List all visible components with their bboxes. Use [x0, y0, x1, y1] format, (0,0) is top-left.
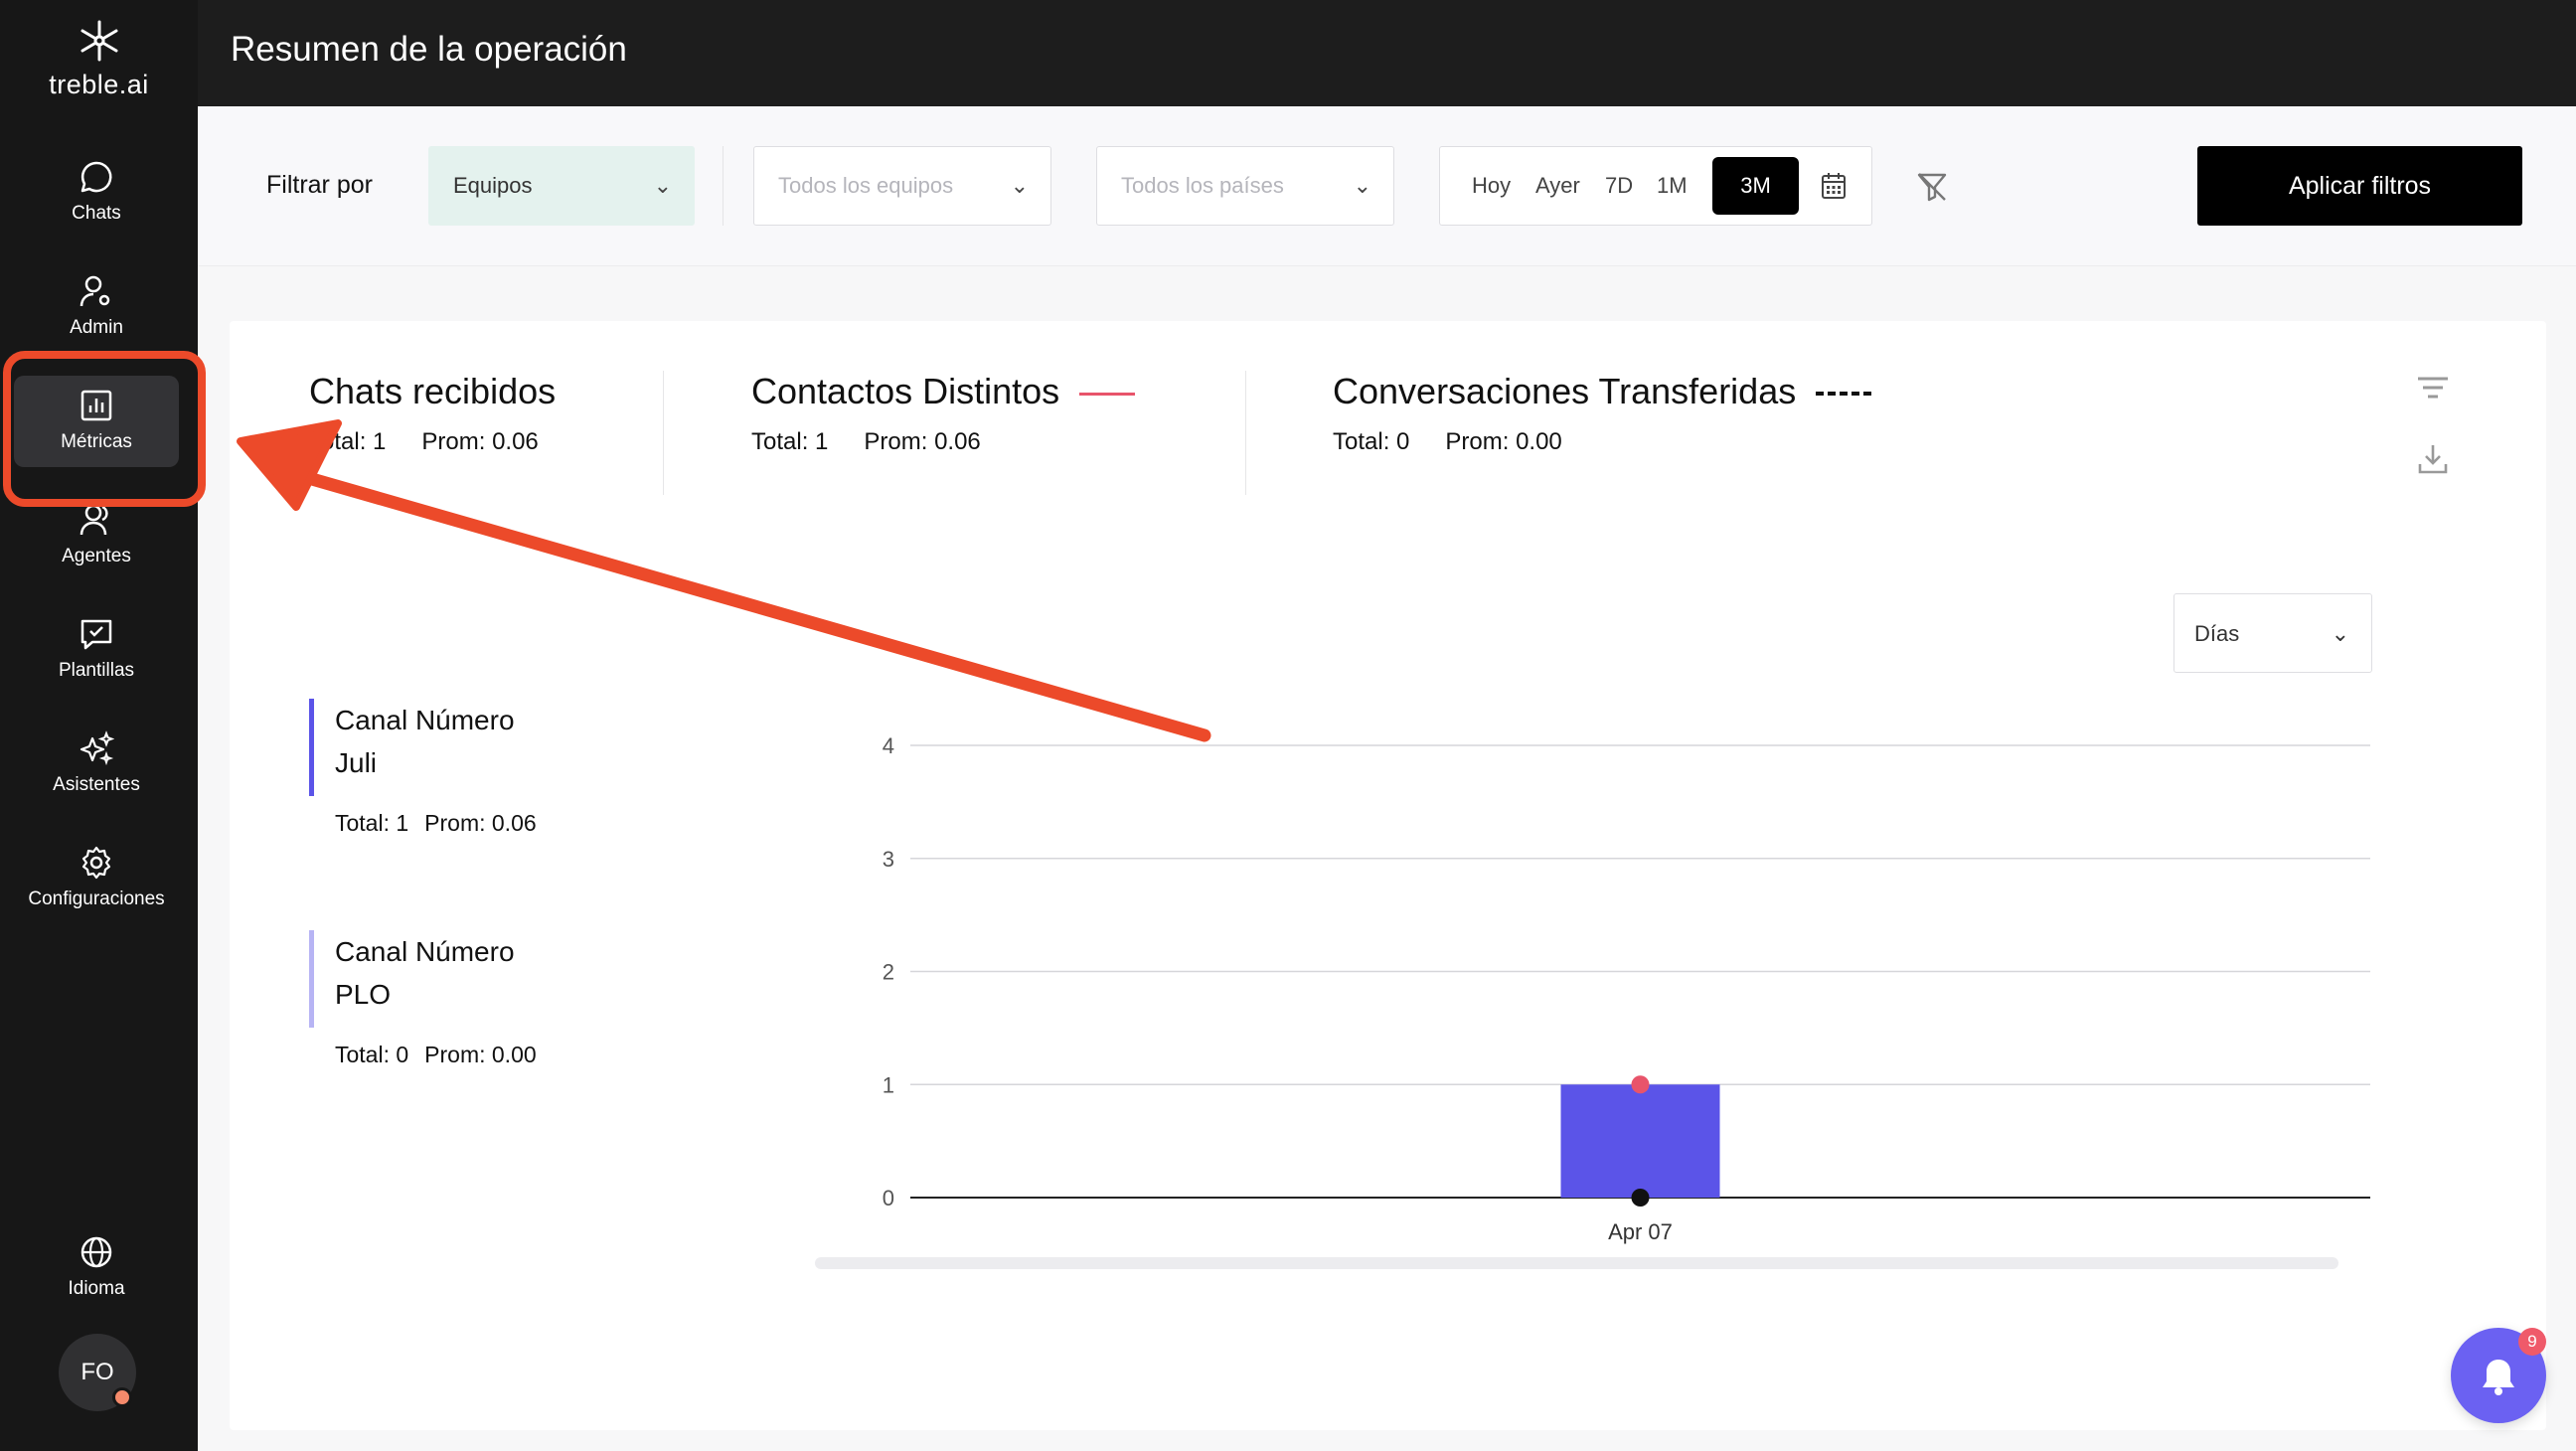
metric-title: Conversaciones Transferidas — [1333, 371, 1797, 411]
legend-total: Total: 1 — [335, 810, 409, 836]
annotation-highlight-box — [3, 351, 206, 507]
legend-item[interactable]: Canal Número Juli Total: 1 Prom: 0.06 — [309, 699, 554, 837]
range-option-ayer[interactable]: Ayer — [1535, 173, 1580, 199]
group-by-value: Equipos — [453, 173, 533, 198]
sidebar-item-label: Asistentes — [53, 774, 140, 795]
metric-chats-recibidos[interactable]: Chats recibidos Total: 1 Prom: 0.06 — [309, 371, 574, 456]
filter-label: Filtrar por — [266, 171, 373, 199]
legend-total: Total: 0 — [335, 1042, 409, 1067]
y-tick-label: 2 — [883, 960, 894, 985]
status-dot — [112, 1387, 132, 1407]
legend-name: Canal Número Juli — [335, 705, 515, 778]
y-tick-label: 3 — [883, 847, 894, 872]
sidebar-item-configuraciones[interactable]: Configuraciones — [14, 833, 179, 924]
range-option-hoy[interactable]: Hoy — [1472, 173, 1511, 199]
metric-conversaciones-transferidas[interactable]: Conversaciones Transferidas Total: 0 Prom… — [1333, 371, 1872, 456]
gear-icon — [81, 846, 111, 880]
metric-avg: Prom: 0.00 — [1445, 428, 1562, 455]
legend-item[interactable]: Canal Número PLO Total: 0 Prom: 0.00 — [309, 930, 554, 1068]
countries-placeholder: Todos los países — [1121, 173, 1284, 198]
sidebar-item-chats[interactable]: Chats — [14, 147, 179, 239]
legend-avg: Prom: 0.00 — [424, 1042, 537, 1067]
countries-select[interactable]: Todos los países ⌄ — [1096, 146, 1394, 226]
brand-logo[interactable]: treble.ai — [0, 18, 198, 100]
legend-color-bar — [309, 699, 314, 796]
y-tick-label: 1 — [883, 1072, 894, 1097]
sidebar-item-label: Configuraciones — [28, 888, 165, 909]
filter-lines-icon[interactable] — [2416, 373, 2450, 403]
calendar-icon[interactable] — [1820, 171, 1848, 201]
sidebar-item-label: Agentes — [62, 546, 131, 566]
clear-filter-icon[interactable] — [1915, 170, 1949, 204]
range-option-3m[interactable]: 3M — [1712, 157, 1799, 215]
page-header: Resumen de la operación — [198, 0, 2576, 106]
sidebar-item-label: Idioma — [68, 1278, 125, 1299]
sidebar-item-plantillas[interactable]: Plantillas — [14, 604, 179, 696]
metric-title: Chats recibidos — [309, 371, 557, 411]
group-by-select[interactable]: Equipos ⌄ — [428, 146, 695, 226]
brand-name: treble.ai — [49, 70, 149, 99]
y-tick-label: 4 — [883, 733, 894, 758]
apply-filters-button[interactable]: Aplicar filtros — [2197, 146, 2522, 226]
legend-color-bar — [309, 930, 314, 1028]
treble-logo-icon — [80, 20, 117, 62]
divider — [723, 146, 724, 226]
metric-avg: Prom: 0.06 — [864, 428, 981, 455]
filter-bar: Filtrar por Equipos ⌄ Todos los equipos … — [198, 106, 2576, 266]
metric-total: Total: 1 — [751, 428, 829, 455]
metric-total: Total: 0 — [1333, 428, 1410, 455]
template-check-icon — [80, 619, 112, 650]
range-option-7d[interactable]: 7D — [1605, 173, 1633, 199]
date-range-selector: Hoy Ayer 7D 1M 3M — [1439, 146, 1872, 226]
globe-icon — [80, 1236, 112, 1268]
chevron-down-icon: ⌄ — [1010, 173, 1029, 198]
granularity-select[interactable]: Días ⌄ — [2174, 593, 2372, 673]
user-settings-icon — [80, 275, 110, 307]
metric-avg: Prom: 0.06 — [421, 428, 539, 455]
metric-total: Total: 1 — [309, 428, 387, 455]
y-tick-label: 0 — [883, 1186, 894, 1210]
metric-title: Contactos Distintos — [751, 371, 1060, 411]
legend-avg: Prom: 0.06 — [424, 810, 537, 836]
sidebar-item-label: Chats — [72, 203, 121, 224]
notification-count-badge: 9 — [2518, 1328, 2546, 1356]
data-point — [1631, 1075, 1650, 1094]
chart-scrollbar[interactable] — [815, 1257, 2338, 1269]
legend-name: Canal Número PLO — [335, 936, 515, 1010]
x-tick-label: Apr 07 — [1608, 1219, 1673, 1244]
sidebar-item-idioma[interactable]: Idioma — [14, 1222, 179, 1314]
sparkles-icon — [80, 730, 114, 766]
users-icon — [80, 504, 108, 536]
page-title: Resumen de la operación — [231, 30, 627, 69]
metrics-chart: 0 1 2 3 4 Apr 07 — [883, 733, 2370, 1244]
download-icon[interactable] — [2417, 442, 2449, 476]
teams-placeholder: Todos los equipos — [778, 173, 954, 198]
dashed-line-legend-icon — [1816, 392, 1872, 397]
divider — [1245, 371, 1246, 495]
sidebar-item-asistentes[interactable]: Asistentes — [14, 719, 179, 810]
data-point — [1631, 1189, 1650, 1207]
chevron-down-icon: ⌄ — [2331, 621, 2349, 646]
range-option-1m[interactable]: 1M — [1657, 173, 1688, 199]
chevron-down-icon: ⌄ — [1353, 173, 1371, 198]
chat-bubble-icon — [80, 161, 112, 193]
chevron-down-icon: ⌄ — [653, 173, 672, 198]
red-line-legend-icon — [1079, 392, 1136, 396]
sidebar-item-admin[interactable]: Admin — [14, 261, 179, 353]
sidebar-item-label: Admin — [70, 317, 123, 338]
teams-select[interactable]: Todos los equipos ⌄ — [753, 146, 1051, 226]
granularity-value: Días — [2194, 621, 2240, 646]
sidebar: treble.ai Chats Admin Métricas Agentes P… — [0, 0, 198, 1451]
sidebar-item-label: Plantillas — [58, 660, 135, 681]
bar — [1560, 1084, 1720, 1198]
metric-contactos-distintos[interactable]: Contactos Distintos Total: 1 Prom: 0.06 — [751, 371, 1136, 456]
divider — [663, 371, 664, 495]
